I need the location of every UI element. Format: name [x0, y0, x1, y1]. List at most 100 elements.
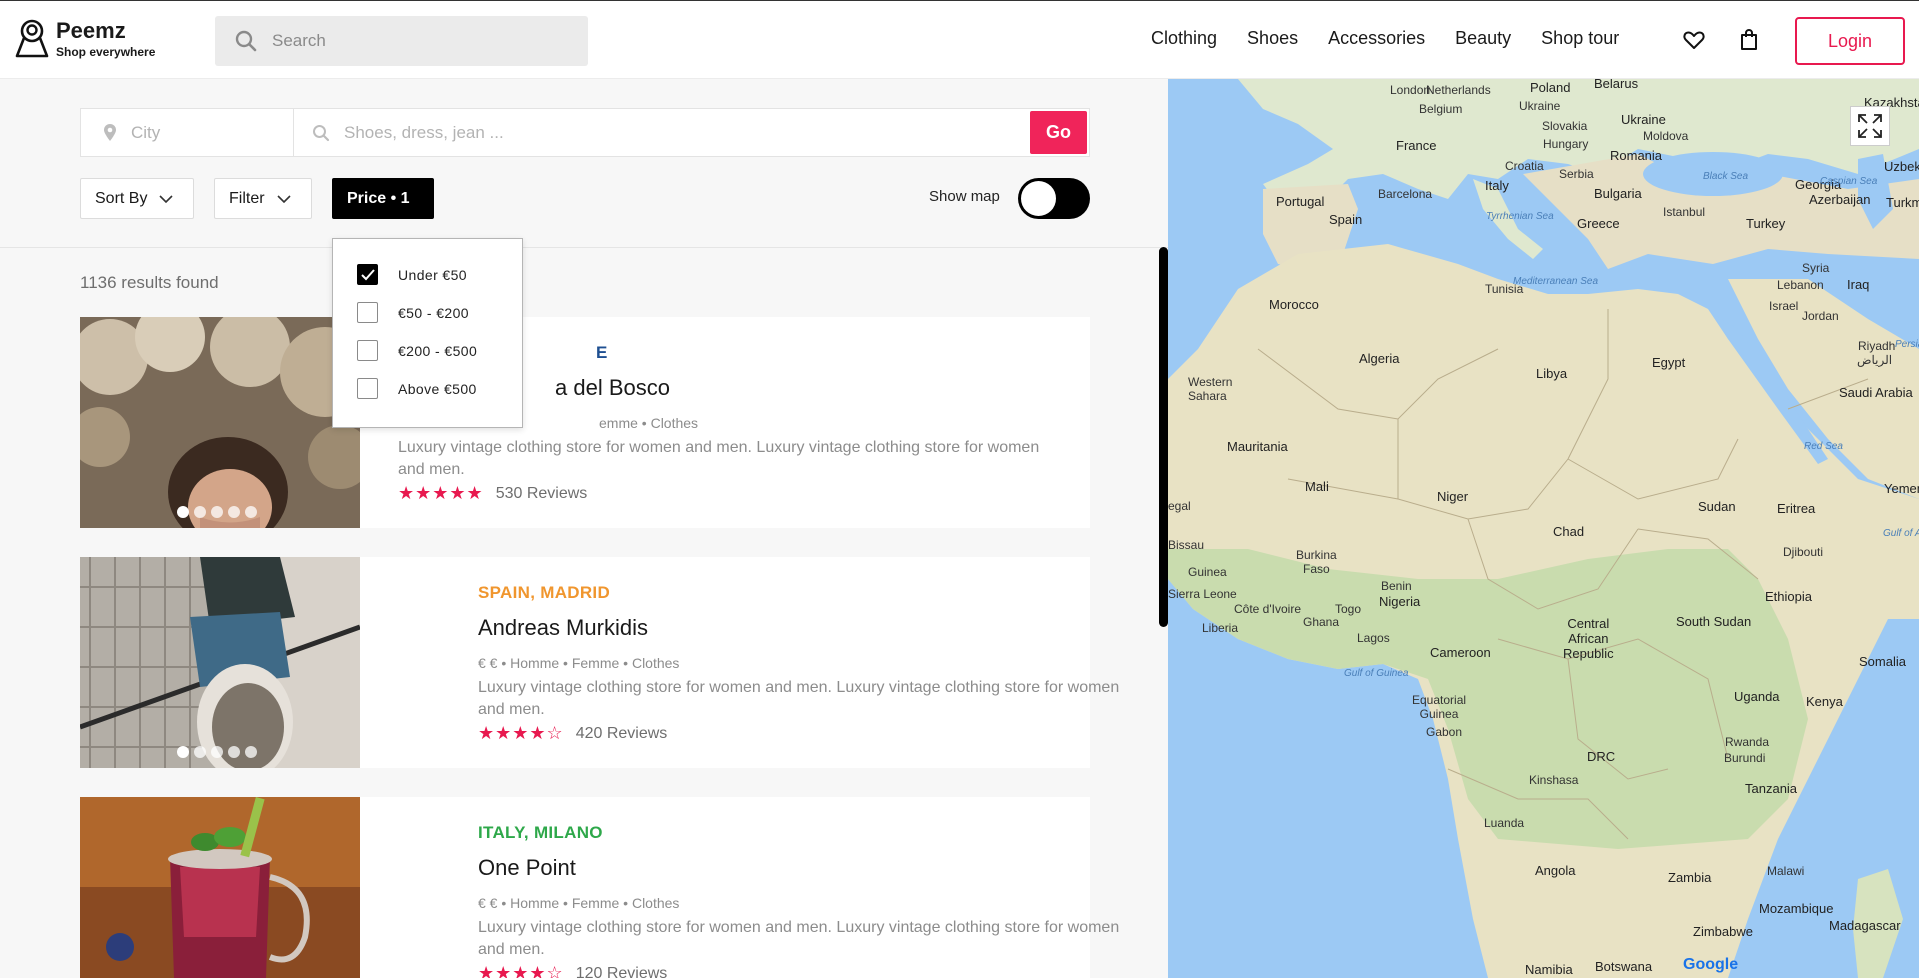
store-name[interactable]: Andreas Murkidis — [478, 615, 648, 641]
map-label: Netherlands — [1426, 83, 1491, 97]
carousel-dot[interactable] — [211, 746, 223, 758]
store-rating: ★★★★★ 530 Reviews — [398, 483, 587, 504]
city-input[interactable] — [131, 122, 281, 143]
checkbox[interactable] — [357, 302, 378, 323]
map-label: Croatia — [1505, 159, 1544, 173]
search-input[interactable] — [272, 31, 562, 51]
store-card[interactable]: ITALY, MILANO One Point € € • Homme • Fe… — [80, 797, 1119, 978]
store-photo[interactable] — [80, 797, 360, 978]
carousel-dot[interactable] — [228, 746, 240, 758]
option-label: Above €500 — [398, 380, 477, 397]
location-product-search: Go — [80, 108, 1090, 157]
nav-shoes[interactable]: Shoes — [1247, 28, 1298, 49]
map-label: Central African Republic — [1563, 616, 1614, 661]
map-label: Moldova — [1643, 129, 1689, 143]
carousel-dots[interactable] — [177, 746, 262, 758]
star-rating-icon: ★★★★★ — [398, 483, 484, 503]
store-location: E — [596, 343, 608, 362]
map-label: Syria — [1802, 261, 1830, 275]
map-label: Namibia — [1525, 962, 1573, 977]
nav-beauty[interactable]: Beauty — [1455, 28, 1511, 49]
store-card[interactable]: SPAIN, MADRID Andreas Murkidis € € • Hom… — [80, 557, 1119, 768]
nav-shop-tour[interactable]: Shop tour — [1541, 28, 1619, 49]
map-label: Belarus — [1594, 79, 1639, 91]
carousel-dot[interactable] — [177, 746, 189, 758]
map-label: Italy — [1485, 178, 1509, 193]
map-label: Eritrea — [1777, 501, 1816, 516]
map-label: Ukraine — [1519, 99, 1561, 113]
map-label: Jordan — [1802, 309, 1839, 323]
toggle-knob — [1021, 181, 1056, 216]
show-map-toggle[interactable] — [1018, 178, 1090, 219]
chevron-down-icon — [276, 194, 291, 203]
map-label: Luanda — [1484, 816, 1525, 830]
header-search[interactable] — [215, 16, 588, 66]
price-option-under-50[interactable]: Under €50 — [357, 264, 467, 285]
review-count[interactable]: 420 Reviews — [576, 725, 668, 743]
logo[interactable]: Peemz Shop everywhere — [14, 18, 155, 60]
store-meta: € € • Homme • Femme • Clothes — [478, 895, 680, 911]
fullscreen-button[interactable] — [1850, 106, 1890, 146]
price-option-200-500[interactable]: €200 - €500 — [357, 340, 477, 361]
logo-name: Peemz — [56, 18, 126, 43]
map-label: Côte d'Ivoire — [1234, 602, 1301, 616]
store-card[interactable]: E a del Bosco emme • Clothes Luxury vint… — [80, 317, 1090, 528]
map-label: egal — [1168, 499, 1191, 513]
logo-tagline: Shop everywhere — [56, 45, 156, 59]
checkbox[interactable] — [357, 378, 378, 399]
map-label: Belgium — [1419, 102, 1463, 116]
price-dropdown-button[interactable]: Price • 1 — [332, 178, 434, 219]
filter-dropdown[interactable]: Filter — [214, 178, 312, 219]
carousel-dots[interactable] — [177, 506, 262, 518]
go-button[interactable]: Go — [1030, 111, 1087, 154]
map-label: Barcelona — [1378, 187, 1433, 201]
nav-clothing[interactable]: Clothing — [1151, 28, 1217, 49]
review-count[interactable]: 530 Reviews — [496, 485, 588, 503]
map-label: DRC — [1587, 749, 1616, 764]
product-input[interactable] — [344, 122, 1024, 143]
map-label: France — [1396, 138, 1437, 153]
map-label: Sierra Leone — [1168, 587, 1237, 601]
carousel-dot[interactable] — [228, 506, 240, 518]
map-label: Western Sahara — [1188, 375, 1233, 403]
map-label: South Sudan — [1676, 614, 1752, 629]
sort-by-dropdown[interactable]: Sort By — [80, 178, 194, 219]
carousel-dot[interactable] — [177, 506, 189, 518]
city-field[interactable] — [81, 109, 294, 156]
checkbox[interactable] — [357, 264, 378, 285]
star-rating-icon: ★★★★☆ — [478, 723, 564, 743]
map[interactable]: London Netherlands Poland Belarus Kazakh… — [1168, 79, 1919, 978]
checkbox[interactable] — [357, 340, 378, 361]
carousel-dot[interactable] — [211, 506, 223, 518]
map-label: Lagos — [1357, 631, 1390, 645]
carousel-dot[interactable] — [245, 506, 257, 518]
results-scrollbar[interactable] — [1159, 247, 1168, 627]
shopping-bag-icon[interactable] — [1737, 28, 1761, 52]
heart-icon[interactable] — [1682, 28, 1706, 52]
option-label: €200 - €500 — [398, 342, 478, 359]
map-label: Cameroon — [1430, 645, 1491, 660]
product-field[interactable] — [294, 109, 1030, 156]
login-button[interactable]: Login — [1795, 17, 1905, 65]
carousel-dot[interactable] — [245, 746, 257, 758]
price-option-above-500[interactable]: Above €500 — [357, 378, 477, 399]
carousel-dot[interactable] — [194, 506, 206, 518]
map-label: Greece — [1577, 216, 1620, 231]
show-map-label: Show map — [929, 188, 1000, 205]
carousel-dot[interactable] — [194, 746, 206, 758]
map-label: Sudan — [1698, 499, 1736, 514]
sort-by-label: Sort By — [95, 189, 148, 207]
search-icon — [235, 30, 257, 52]
nav-accessories[interactable]: Accessories — [1328, 28, 1425, 49]
store-description: Luxury vintage clothing store for women … — [398, 439, 1040, 478]
store-photo[interactable] — [80, 557, 360, 768]
map-label: Uganda — [1734, 689, 1780, 704]
price-option-50-200[interactable]: €50 - €200 — [357, 302, 469, 323]
store-name[interactable]: a del Bosco — [555, 375, 670, 401]
main-nav: Clothing Shoes Accessories Beauty Shop t… — [1151, 28, 1649, 49]
store-name[interactable]: One Point — [478, 855, 576, 881]
review-count[interactable]: 120 Reviews — [576, 965, 668, 978]
map-label: Iraq — [1847, 277, 1870, 292]
store-photo[interactable] — [80, 317, 360, 528]
map-label: Tyrrhenian Sea — [1486, 211, 1554, 222]
